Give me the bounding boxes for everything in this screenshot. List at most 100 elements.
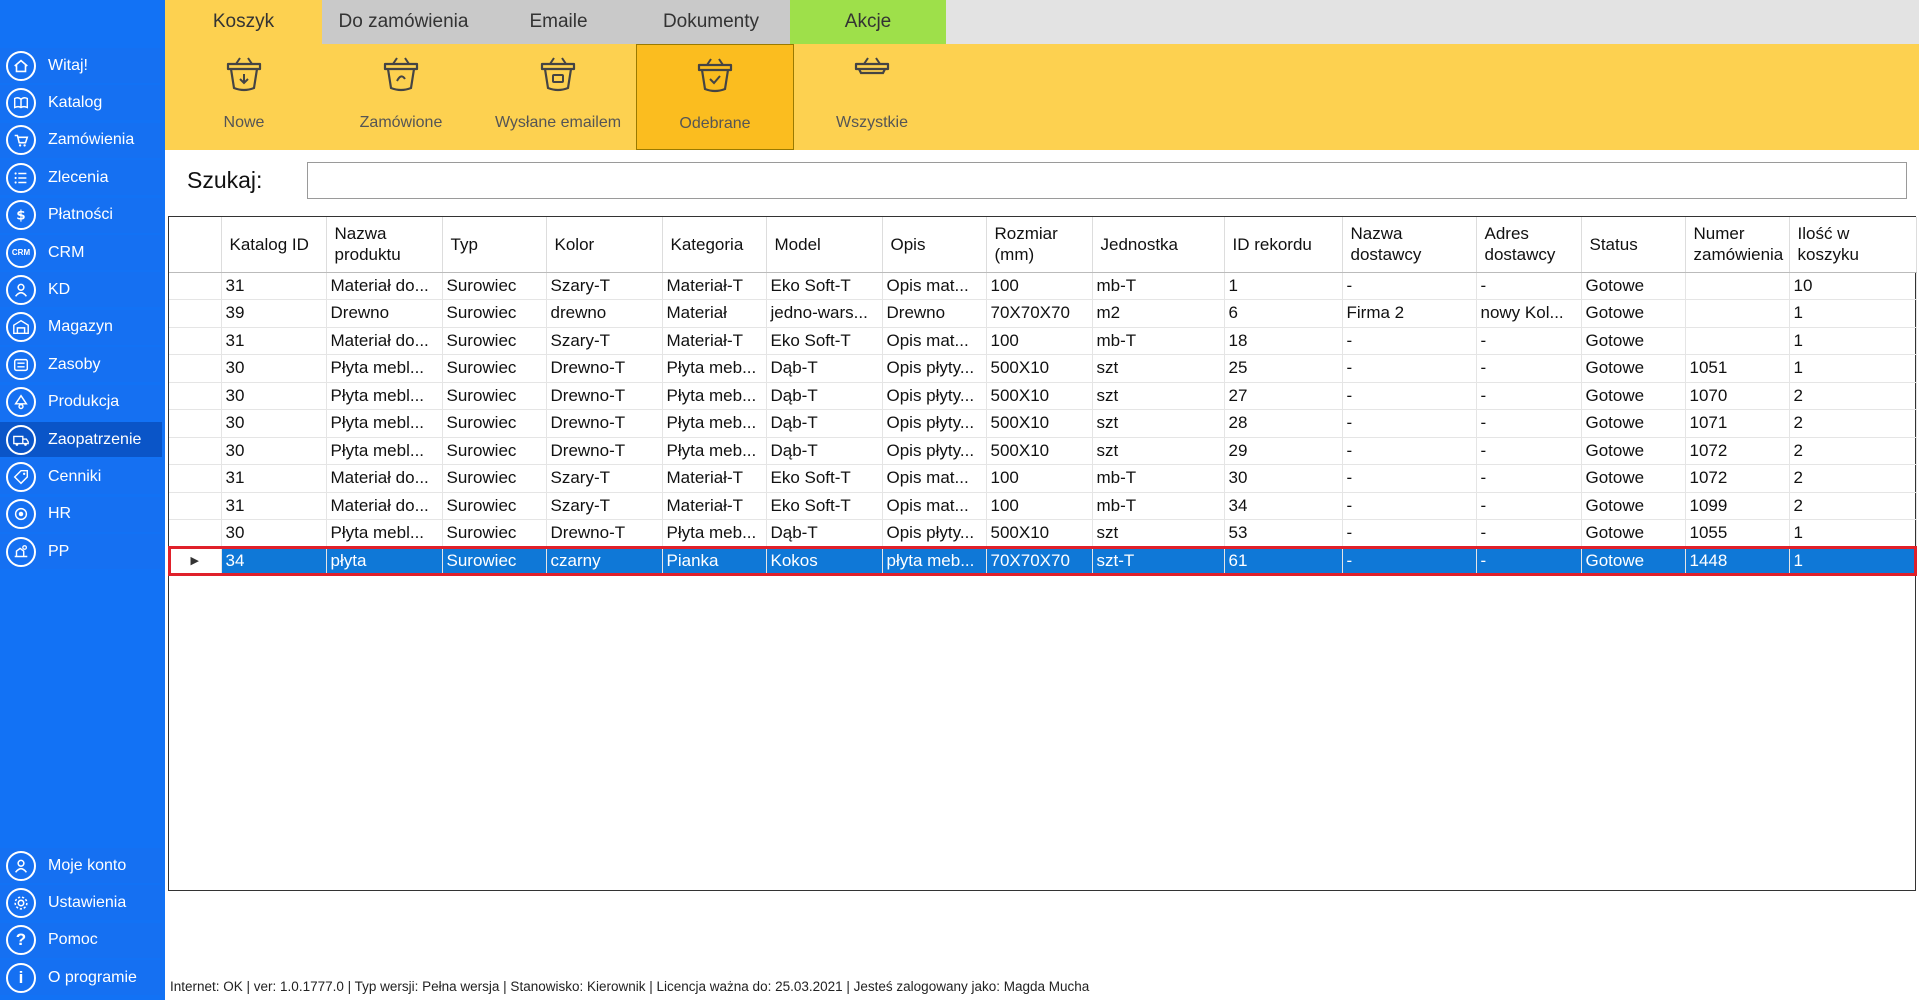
table-cell[interactable]: 1 [1789,519,1917,548]
table-cell[interactable]: Dąb-T [766,409,883,438]
table-cell[interactable]: 1051 [1685,354,1790,383]
table-cell[interactable]: mb-T [1092,464,1225,493]
table-cell[interactable]: szt [1092,437,1225,465]
sidebar-item-crm[interactable]: CRM CRM [0,235,162,270]
table-cell[interactable]: Surowiec [442,382,547,410]
table-cell[interactable]: Szary-T [546,464,663,493]
sidebar-item-zlecenia[interactable]: Zlecenia [0,160,162,196]
table-cell[interactable]: 500X10 [986,382,1093,410]
table-cell[interactable]: Materiał do... [326,492,443,520]
table-cell[interactable]: Opis płyty... [882,437,987,465]
column-header[interactable]: ID rekordu [1224,217,1343,273]
table-cell[interactable]: Materiał do... [326,464,443,493]
table-row[interactable]: 31 Materiał do... Surowiec Szary-T Materiał-… [169,327,1917,355]
table-cell[interactable]: - [1342,519,1477,548]
column-header[interactable]: Ilość w koszyku [1789,217,1917,273]
table-cell[interactable]: Opis płyty... [882,382,987,410]
tab-koszyk[interactable]: Koszyk [165,0,322,44]
table-cell[interactable]: Płyta mebl... [326,354,443,383]
table-cell[interactable]: 31 [221,464,327,493]
table-cell[interactable]: - [1476,547,1582,575]
table-cell[interactable]: - [1476,464,1582,493]
table-cell[interactable]: 500X10 [986,437,1093,465]
table-cell[interactable]: 500X10 [986,409,1093,438]
table-row[interactable]: ▶ 34 płyta Surowiec czarny Pianka Kokos płyta m… [168,546,1917,576]
column-header[interactable]: Model [766,217,883,273]
basket-data-grid[interactable]: Katalog ID Nazwa produktu Typ Kolor Kategori… [168,216,1917,891]
sidebar-item-o-programie[interactable]: i O programie [0,960,162,996]
table-cell[interactable]: - [1476,327,1582,355]
table-cell[interactable]: 2 [1789,409,1917,438]
table-cell[interactable]: Drewno-T [546,519,663,548]
ribbon-button-odebrane[interactable]: Odebrane [636,44,794,150]
table-cell[interactable]: - [1476,354,1582,383]
table-row[interactable]: 30 Płyta mebl... Surowiec Drewno-T Płyta meb… [169,519,1917,548]
table-cell[interactable]: - [1476,409,1582,438]
table-cell[interactable]: szt-T [1092,547,1225,575]
table-cell[interactable]: szt [1092,409,1225,438]
table-cell[interactable]: Drewno-T [546,382,663,410]
table-cell[interactable]: czarny [546,547,663,575]
table-cell[interactable]: 1055 [1685,519,1790,548]
table-cell[interactable]: Płyta meb... [662,382,767,410]
table-cell[interactable]: 18 [1224,327,1343,355]
column-header[interactable]: Kolor [546,217,663,273]
table-cell[interactable]: 25 [1224,354,1343,383]
table-cell[interactable]: Eko Soft-T [766,464,883,493]
table-cell[interactable]: płyta [326,547,443,575]
table-cell[interactable]: nowy Kol... [1476,299,1582,328]
column-header[interactable]: Adres dostawcy [1476,217,1582,273]
table-cell[interactable]: Firma 2 [1342,299,1477,328]
table-cell[interactable]: Materiał-T [662,492,767,520]
table-cell[interactable]: 30 [221,519,327,548]
table-cell[interactable]: 1099 [1685,492,1790,520]
table-cell[interactable]: - [1342,354,1477,383]
column-header[interactable]: Status [1581,217,1686,273]
table-cell[interactable]: 1 [1789,354,1917,383]
table-cell[interactable]: - [1476,519,1582,548]
table-cell[interactable]: Gotowe [1581,272,1686,300]
table-row[interactable]: 30 Płyta mebl... Surowiec Drewno-T Płyta meb… [169,437,1917,465]
table-cell[interactable]: Opis płyty... [882,519,987,548]
table-cell[interactable]: 30 [221,437,327,465]
row-header-cell[interactable] [169,492,222,520]
table-cell[interactable]: Eko Soft-T [766,327,883,355]
table-cell[interactable]: 100 [986,492,1093,520]
table-row[interactable]: 39 Drewno Surowiec drewno Materiał jedno-wars… [169,299,1917,328]
table-cell[interactable]: 31 [221,492,327,520]
table-cell[interactable]: Gotowe [1581,354,1686,383]
table-cell[interactable]: 29 [1224,437,1343,465]
table-cell[interactable]: m2 [1092,299,1225,328]
table-cell[interactable]: 31 [221,327,327,355]
table-cell[interactable]: 100 [986,464,1093,493]
table-cell[interactable]: 30 [221,382,327,410]
column-header[interactable]: Kategoria [662,217,767,273]
table-cell[interactable]: Surowiec [442,547,547,575]
table-cell[interactable]: Opis mat... [882,492,987,520]
sidebar-item-kd[interactable]: KD [0,272,162,308]
sidebar-item-płatności[interactable]: $ Płatności [0,197,162,233]
table-cell[interactable]: Gotowe [1581,382,1686,410]
sidebar-item-pomoc[interactable]: ? Pomoc [0,922,162,958]
tab-dokumenty[interactable]: Dokumenty [632,0,790,44]
table-cell[interactable]: 53 [1224,519,1343,548]
table-cell[interactable]: 500X10 [986,519,1093,548]
table-cell[interactable]: Surowiec [442,464,547,493]
table-cell[interactable]: - [1342,547,1477,575]
table-cell[interactable]: Opis płyty... [882,354,987,383]
column-header[interactable]: Typ [442,217,547,273]
row-header-cell[interactable]: ▶ [169,547,222,575]
table-cell[interactable]: Eko Soft-T [766,492,883,520]
table-cell[interactable]: 1 [1224,272,1343,300]
sidebar-item-moje-konto[interactable]: Moje konto [0,848,162,883]
table-cell[interactable]: 2 [1789,492,1917,520]
ribbon-button-wysłane-emailem[interactable]: Wysłane emailem [479,44,637,150]
table-cell[interactable] [1685,327,1790,355]
table-cell[interactable]: szt [1092,354,1225,383]
table-row[interactable]: 31 Materiał do... Surowiec Szary-T Materiał-… [169,272,1917,300]
table-cell[interactable]: - [1342,492,1477,520]
table-cell[interactable]: Surowiec [442,327,547,355]
table-cell[interactable]: 1 [1789,547,1917,575]
row-header-cell[interactable] [169,464,222,493]
table-cell[interactable]: 1070 [1685,382,1790,410]
